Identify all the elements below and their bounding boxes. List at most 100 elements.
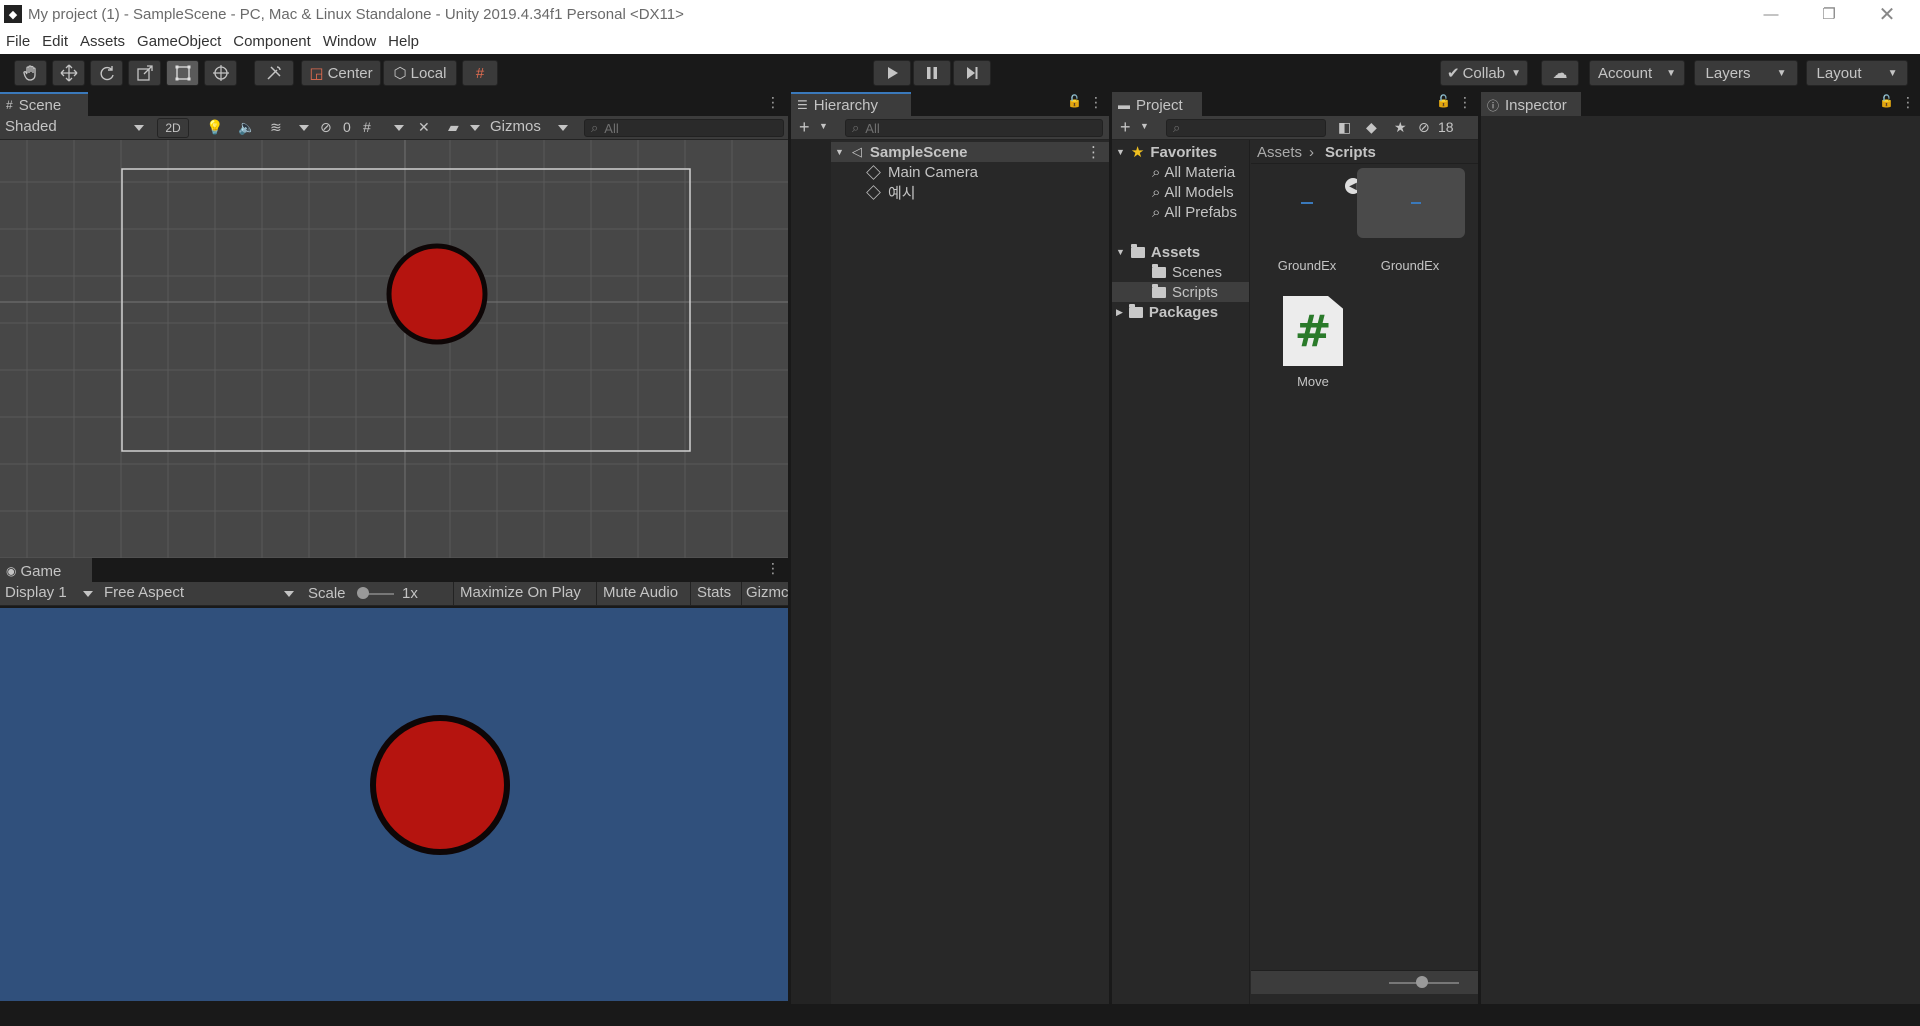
hierarchy-toolbar: + ▼ ⌕ All xyxy=(791,116,1109,140)
close-icon[interactable]: ✕ xyxy=(1858,0,1916,28)
lock-icon[interactable]: 🔓 xyxy=(1067,94,1082,108)
2d-toggle-button[interactable]: 2D xyxy=(157,118,189,138)
minimize-icon[interactable]: — xyxy=(1742,0,1800,28)
kebab-menu-icon[interactable]: ⋮ xyxy=(1086,143,1101,161)
collab-label: Collab xyxy=(1462,64,1506,82)
maximize-on-play-toggle[interactable]: Maximize On Play xyxy=(460,584,581,601)
filter-by-type-icon[interactable]: ◧ xyxy=(1338,119,1351,136)
asset-item[interactable] xyxy=(1357,168,1465,238)
effects-icon[interactable]: ≋ xyxy=(270,119,282,136)
csharp-script-icon[interactable]: # xyxy=(1283,296,1343,366)
scene-tab-label: Scene xyxy=(18,96,62,114)
kebab-menu-icon[interactable]: ⋮ xyxy=(766,94,780,111)
account-dropdown[interactable]: Account ▼ xyxy=(1589,60,1685,86)
project-search-input[interactable]: ⌕ xyxy=(1166,119,1326,137)
menu-edit[interactable]: Edit xyxy=(36,33,74,50)
rotate-tool-button[interactable] xyxy=(90,60,123,86)
asset-item[interactable] xyxy=(1271,168,1343,238)
folder-scripts[interactable]: Scripts xyxy=(1112,282,1249,302)
hierarchy-item[interactable]: 예시 xyxy=(866,182,916,202)
scale-tool-button[interactable] xyxy=(128,60,161,86)
scene-root-row[interactable]: ▼ ◁ SampleScene ⋮ xyxy=(831,142,1109,162)
asset-label: GroundEx xyxy=(1380,258,1440,273)
speaker-icon[interactable]: 🔈 xyxy=(238,119,255,136)
favorite-item[interactable]: ⌕ All Materia xyxy=(1152,162,1235,182)
tab-project[interactable]: ▬ Project xyxy=(1112,92,1202,116)
rect-tool-button[interactable] xyxy=(166,60,199,86)
hidden-eye-icon[interactable]: ⊘ xyxy=(1418,119,1430,136)
mute-audio-toggle[interactable]: Mute Audio xyxy=(603,584,678,601)
gizmos-dropdown[interactable]: Gizmos xyxy=(490,118,541,135)
kebab-menu-icon[interactable]: ⋮ xyxy=(1901,94,1915,111)
game-viewport[interactable] xyxy=(0,608,788,1001)
label-tag-icon[interactable]: ◆ xyxy=(1366,119,1377,136)
kebab-menu-icon[interactable]: ⋮ xyxy=(1458,94,1472,111)
favorite-item[interactable]: ⌕ All Prefabs xyxy=(1152,202,1237,222)
menu-assets[interactable]: Assets xyxy=(74,33,131,50)
kebab-menu-icon[interactable]: ⋮ xyxy=(1089,94,1103,111)
lock-icon[interactable]: 🔓 xyxy=(1879,94,1894,108)
favorite-item[interactable]: ⌕ All Models xyxy=(1152,182,1234,202)
scene-viewport[interactable] xyxy=(0,140,788,558)
pivot-center-button[interactable]: ◲ Center xyxy=(301,60,381,86)
camera-icon[interactable]: ▰ xyxy=(448,119,459,136)
breadcrumb-assets[interactable]: Assets xyxy=(1257,142,1302,162)
layers-label: Layers xyxy=(1705,64,1751,82)
packages-node[interactable]: ▶ Packages xyxy=(1116,302,1218,322)
tab-scene[interactable]: # Scene xyxy=(0,92,88,116)
cloud-button[interactable]: ☁ xyxy=(1541,60,1579,86)
search-icon: ⌕ xyxy=(1152,163,1161,181)
custom-tool-button[interactable] xyxy=(254,60,294,86)
menu-window[interactable]: Window xyxy=(317,33,382,50)
scale-label: Scale xyxy=(308,585,346,602)
layout-dropdown[interactable]: Layout ▼ xyxy=(1806,60,1908,86)
kebab-menu-icon[interactable]: ⋮ xyxy=(766,560,780,577)
menu-help[interactable]: Help xyxy=(382,33,425,50)
scene-search-input[interactable]: ⌕ All xyxy=(584,119,784,137)
breadcrumb-scripts[interactable]: Scripts xyxy=(1325,142,1376,162)
star-icon[interactable]: ★ xyxy=(1394,119,1407,136)
layers-dropdown[interactable]: Layers ▼ xyxy=(1694,60,1798,86)
collab-dropdown[interactable]: ✔ Collab ▼ xyxy=(1440,60,1528,86)
tab-hierarchy[interactable]: ☰ Hierarchy xyxy=(791,92,911,116)
hidden-eye-icon[interactable]: ⊘ xyxy=(320,119,332,136)
tab-inspector[interactable]: ⓘ Inspector xyxy=(1481,92,1581,116)
menu-gameobject[interactable]: GameObject xyxy=(131,33,227,50)
lock-icon[interactable]: 🔓 xyxy=(1436,94,1451,108)
assets-node[interactable]: ▼ Assets xyxy=(1116,242,1200,262)
step-icon xyxy=(967,67,978,79)
red-ball-sprite[interactable] xyxy=(386,243,488,345)
scale-slider-thumb[interactable] xyxy=(357,587,369,599)
lightbulb-icon[interactable]: 💡 xyxy=(206,119,223,136)
grid-snap-button[interactable]: # xyxy=(462,60,498,86)
zoom-slider-thumb[interactable] xyxy=(1416,976,1428,988)
menu-file[interactable]: File xyxy=(0,33,36,50)
aspect-dropdown[interactable]: Free Aspect xyxy=(104,584,184,601)
favorites-node[interactable]: ▼ ★ Favorites xyxy=(1116,142,1217,162)
hierarchy-search-input[interactable]: ⌕ All xyxy=(845,119,1103,137)
hierarchy-item[interactable]: Main Camera xyxy=(866,162,978,182)
gizmos-toggle[interactable]: Gizmc xyxy=(746,584,789,601)
folder-scenes[interactable]: Scenes xyxy=(1152,262,1222,282)
folder-label: Scripts xyxy=(1172,283,1218,301)
stats-toggle[interactable]: Stats xyxy=(697,584,731,601)
chevron-down-icon: ▼ xyxy=(1511,67,1521,79)
hand-tool-button[interactable] xyxy=(14,60,47,86)
menu-component[interactable]: Component xyxy=(227,33,317,50)
restore-icon[interactable]: ❐ xyxy=(1800,0,1858,28)
tab-game[interactable]: ◉ Game xyxy=(0,558,92,582)
add-icon[interactable]: + xyxy=(1120,117,1131,138)
add-icon[interactable]: + xyxy=(799,117,810,138)
chevron-down-icon xyxy=(394,125,404,131)
display-dropdown[interactable]: Display 1 xyxy=(5,584,67,601)
play-button[interactable] xyxy=(873,60,911,86)
step-button[interactable] xyxy=(953,60,991,86)
transform-tool-button[interactable] xyxy=(204,60,237,86)
grid-icon[interactable]: # xyxy=(363,119,371,135)
shading-mode-dropdown[interactable]: Shaded xyxy=(5,118,57,135)
move-tool-button[interactable] xyxy=(52,60,85,86)
tools-icon[interactable]: ✕ xyxy=(418,119,430,136)
pivot-local-button[interactable]: ⬡ Local xyxy=(383,60,457,86)
pause-button[interactable] xyxy=(913,60,951,86)
folder-icon xyxy=(1128,303,1143,318)
